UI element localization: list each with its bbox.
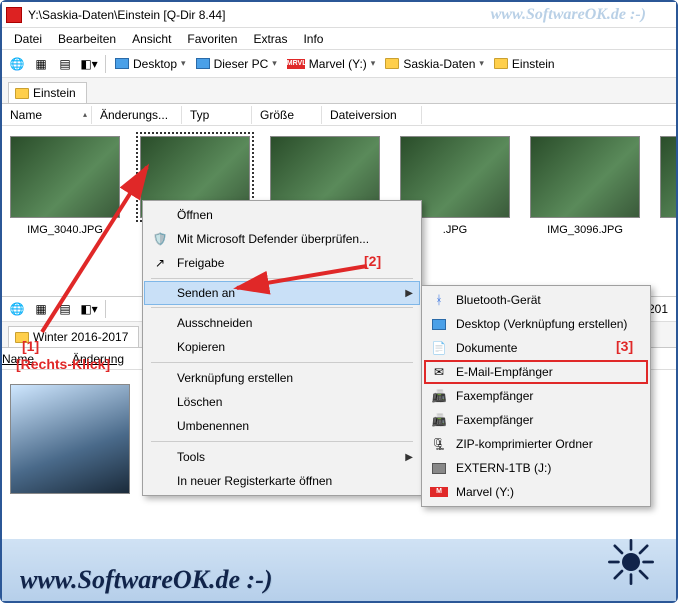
folder-icon — [15, 332, 29, 343]
folder-icon — [385, 58, 399, 69]
ctx-tools[interactable]: Tools▶ — [145, 445, 419, 469]
toolbar-palette-icon[interactable]: ◧▾ — [78, 298, 100, 320]
folder-icon — [15, 88, 29, 99]
sendto-zip[interactable]: 🗜ZIP-komprimierter Ordner — [424, 432, 648, 456]
col-type[interactable]: Typ — [182, 106, 252, 124]
menu-info[interactable]: Info — [295, 30, 331, 48]
col-name2[interactable]: Name — [2, 352, 72, 366]
crumb-pc[interactable]: Dieser PC▾ — [192, 57, 281, 71]
toolbar-layout-icon[interactable]: ▦ — [30, 53, 52, 75]
sendto-marvel[interactable]: MMarvel (Y:) — [424, 480, 648, 504]
ctx-separator — [151, 362, 413, 363]
monitor-icon — [196, 58, 210, 69]
ctx-newtab[interactable]: In neuer Registerkarte öffnen — [145, 469, 419, 493]
sendto-extern[interactable]: EXTERN-1TB (J:) — [424, 456, 648, 480]
desktop-icon — [430, 319, 448, 330]
file-item[interactable]: IMG_3096.JPG — [530, 136, 640, 286]
ctx-defender[interactable]: 🛡️Mit Microsoft Defender überprüfen... — [145, 227, 419, 251]
file-item[interactable]: IMG_3097. — [660, 136, 676, 286]
menu-favoriten[interactable]: Favoriten — [179, 30, 245, 48]
menu-datei[interactable]: Datei — [6, 30, 50, 48]
fax-icon: 📠 — [430, 389, 448, 403]
ctx-rename[interactable]: Umbenennen — [145, 414, 419, 438]
toolbar-globe-icon[interactable]: 🌐 — [6, 298, 28, 320]
chevron-right-icon: ▶ — [405, 288, 413, 299]
menu-extras[interactable]: Extras — [245, 30, 295, 48]
sendto-desktop[interactable]: Desktop (Verknüpfung erstellen) — [424, 312, 648, 336]
col-size[interactable]: Größe — [252, 106, 322, 124]
menubar: Datei Bearbeiten Ansicht Favoriten Extra… — [2, 28, 676, 50]
toolbar-separator — [105, 300, 106, 318]
marvel-icon: MRVL — [287, 59, 305, 69]
drive-icon — [430, 463, 448, 474]
sendto-documents[interactable]: 📄Dokumente — [424, 336, 648, 360]
ctx-send-to[interactable]: Senden an▶ — [144, 281, 420, 305]
share-icon: ↗ — [151, 256, 169, 270]
menu-bearbeiten[interactable]: Bearbeiten — [50, 30, 124, 48]
tab-einstein[interactable]: Einstein — [8, 82, 87, 103]
document-icon: 📄 — [430, 341, 448, 355]
ctx-separator — [151, 441, 413, 442]
ctx-delete[interactable]: Löschen — [145, 390, 419, 414]
toolbar-palette-icon[interactable]: ◧▾ — [78, 53, 100, 75]
toolbar-grid-icon[interactable]: ▤ — [54, 53, 76, 75]
ctx-separator — [151, 278, 413, 279]
mail-icon: ✉ — [430, 365, 448, 379]
context-menu: Öffnen 🛡️Mit Microsoft Defender überprüf… — [142, 200, 422, 496]
ctx-separator — [151, 307, 413, 308]
file-item[interactable] — [10, 384, 130, 494]
ctx-open[interactable]: Öffnen — [145, 203, 419, 227]
toolbar-grid-icon[interactable]: ▤ — [54, 298, 76, 320]
ctx-cut[interactable]: Ausschneiden — [145, 311, 419, 335]
col-name[interactable]: Name▴ — [2, 106, 92, 124]
context-submenu-sendto: ᚼBluetooth-Gerät Desktop (Verknüpfung er… — [421, 285, 651, 507]
toolbar: 🌐 ▦ ▤ ◧▾ Desktop▾ Dieser PC▾ MRVLMarvel … — [2, 50, 676, 78]
chevron-right-icon: ▶ — [405, 452, 413, 463]
watermark-top: www.SoftwareOK.de :-) — [491, 6, 646, 24]
crumb-einstein[interactable]: Einstein — [490, 57, 559, 71]
col-version[interactable]: Dateiversion — [322, 106, 422, 124]
watermark-bottom: www.SoftwareOK.de :-) — [20, 565, 273, 595]
toolbar-globe-icon[interactable]: 🌐 — [6, 53, 28, 75]
sendto-email[interactable]: ✉E-Mail-Empfänger — [424, 360, 648, 384]
sendto-fax2[interactable]: 📠Faxempfänger — [424, 408, 648, 432]
fax-icon: 📠 — [430, 413, 448, 427]
ctx-copy[interactable]: Kopieren — [145, 335, 419, 359]
toolbar-layout-icon[interactable]: ▦ — [30, 298, 52, 320]
file-item[interactable]: IMG_3040.JPG — [10, 136, 120, 286]
crumb-saskia[interactable]: Saskia-Daten▾ — [381, 57, 488, 71]
monitor-icon — [115, 58, 129, 69]
col-date[interactable]: Änderungs... — [92, 106, 182, 124]
logo-spinner-icon — [604, 535, 658, 589]
folder-icon — [494, 58, 508, 69]
tabrow-pane1: Einstein — [2, 78, 676, 104]
marvel-icon: M — [430, 487, 448, 497]
crumb-marvel[interactable]: MRVLMarvel (Y:)▾ — [283, 57, 380, 71]
toolbar-separator — [105, 55, 106, 73]
sendto-bluetooth[interactable]: ᚼBluetooth-Gerät — [424, 288, 648, 312]
menu-ansicht[interactable]: Ansicht — [124, 30, 179, 48]
crumb-desktop[interactable]: Desktop▾ — [111, 57, 190, 71]
shield-icon: 🛡️ — [151, 232, 169, 246]
zip-icon: 🗜 — [430, 437, 448, 451]
bluetooth-icon: ᚼ — [430, 293, 448, 307]
columns-pane1: Name▴ Änderungs... Typ Größe Dateiversio… — [2, 104, 676, 126]
ctx-share[interactable]: ↗Freigabe — [145, 251, 419, 275]
sendto-fax1[interactable]: 📠Faxempfänger — [424, 384, 648, 408]
tab-winter[interactable]: Winter 2016-2017 — [8, 326, 139, 347]
app-icon — [6, 7, 22, 23]
ctx-shortcut[interactable]: Verknüpfung erstellen — [145, 366, 419, 390]
